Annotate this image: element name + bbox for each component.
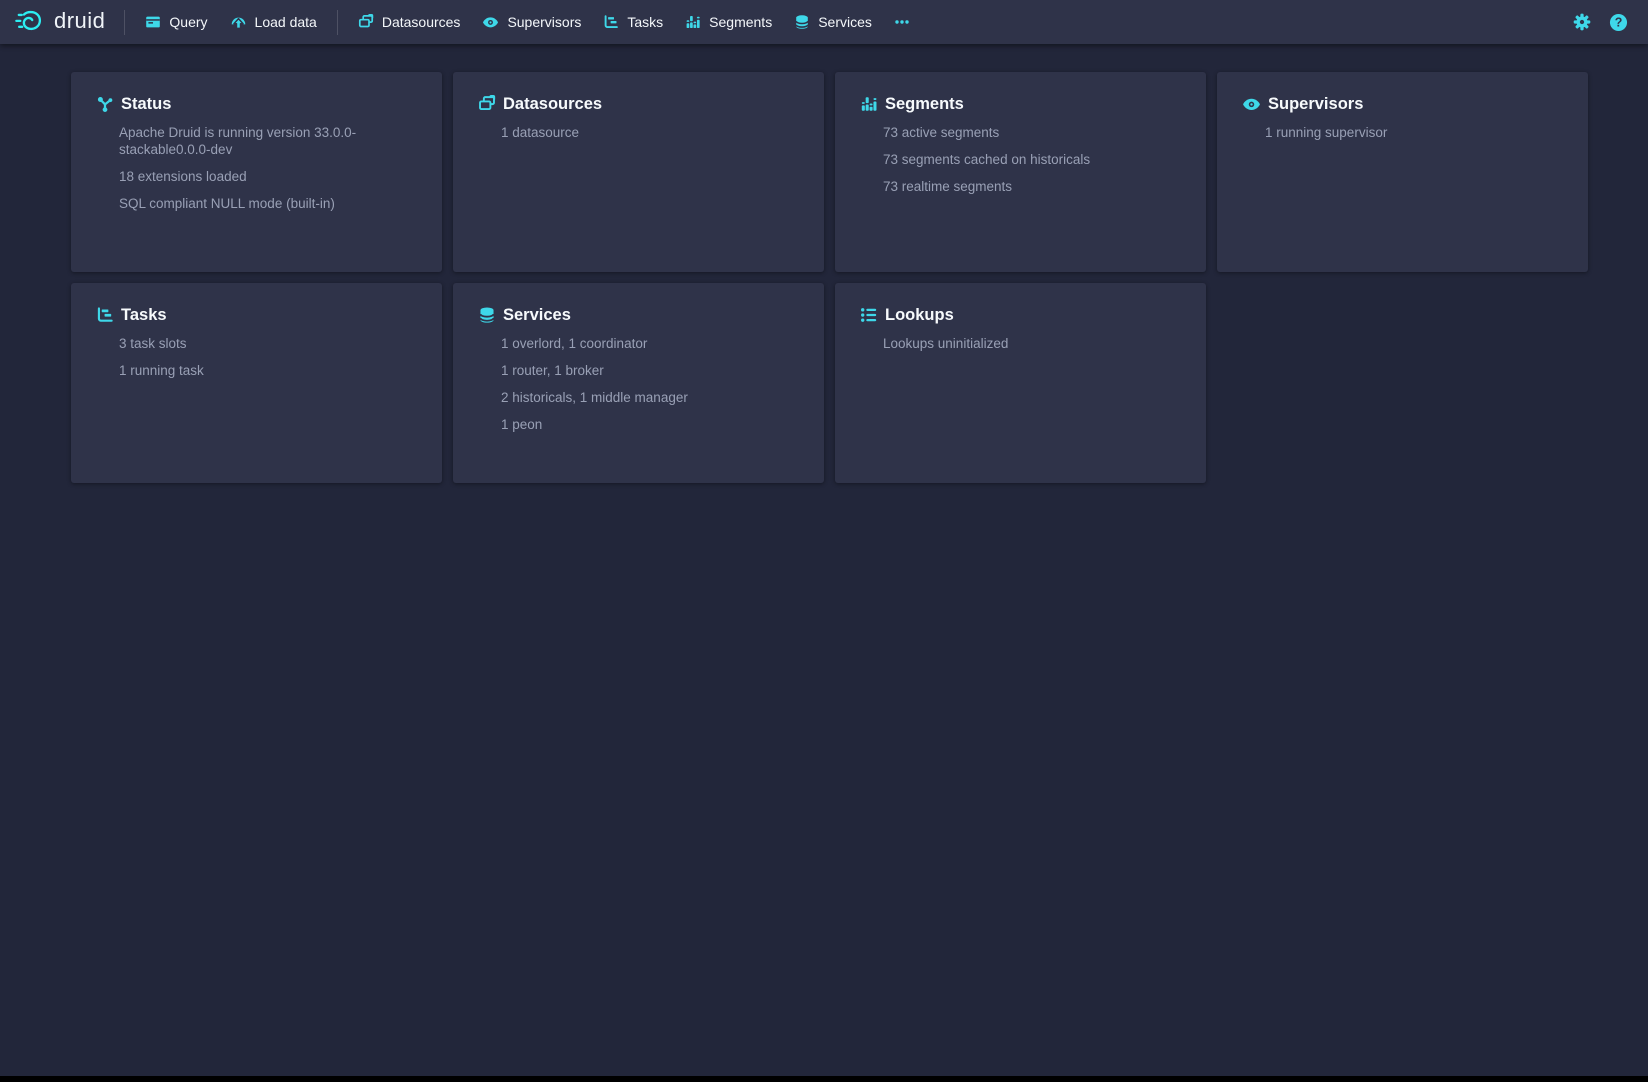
card-line: 73 active segments [883, 124, 1186, 141]
stacked-chart-icon [685, 14, 701, 30]
card-body: Apache Druid is running version 33.0.0-s… [96, 124, 422, 212]
card-title: Supervisors [1268, 93, 1363, 115]
nav-item-label: Datasources [382, 14, 461, 30]
help-icon [1609, 13, 1628, 32]
navbar-right-group [1567, 7, 1633, 37]
nav-item-load-data[interactable]: Load data [219, 0, 328, 44]
card-header: Segments [860, 93, 1186, 115]
eye-icon [482, 14, 499, 31]
supervisors-card[interactable]: Supervisors 1 running supervisor [1217, 72, 1588, 272]
lookups-card[interactable]: Lookups Lookups uninitialized [835, 283, 1206, 483]
nav-item-query[interactable]: Query [134, 0, 218, 44]
card-line: 73 realtime segments [883, 178, 1186, 195]
card-body: 3 task slots 1 running task [96, 335, 422, 379]
multi-select-icon [358, 14, 374, 30]
status-card[interactable]: Status Apache Druid is running version 3… [71, 72, 442, 272]
card-line: 1 router, 1 broker [501, 362, 804, 379]
card-line: 18 extensions loaded [119, 168, 422, 185]
screen-bottom-edge [0, 1076, 1648, 1082]
navbar-divider [337, 10, 338, 35]
navbar-divider [124, 10, 125, 35]
upload-icon [230, 14, 247, 31]
more-ellipsis-icon [894, 14, 910, 30]
top-navbar: druid Query Load data Datasources Superv… [0, 0, 1648, 44]
card-title: Tasks [121, 304, 167, 326]
card-header: Status [96, 93, 422, 115]
eye-icon [1242, 95, 1261, 114]
multi-select-icon [478, 95, 496, 113]
card-header: Lookups [860, 304, 1186, 326]
database-icon [478, 306, 496, 324]
gantt-chart-icon [603, 14, 619, 30]
card-header: Datasources [478, 93, 804, 115]
application-icon [145, 14, 161, 30]
card-body: Lookups uninitialized [860, 335, 1186, 352]
card-line: 1 peon [501, 416, 804, 433]
card-title: Lookups [885, 304, 954, 326]
card-body: 1 overlord, 1 coordinator 1 router, 1 br… [478, 335, 804, 433]
card-line: 1 overlord, 1 coordinator [501, 335, 804, 352]
card-line: Lookups uninitialized [883, 335, 1186, 352]
database-icon [794, 14, 810, 30]
card-title: Status [121, 93, 171, 115]
card-line: 1 datasource [501, 124, 804, 141]
card-body: 73 active segments 73 segments cached on… [860, 124, 1186, 195]
nav-item-label: Query [169, 14, 207, 30]
help-button[interactable] [1603, 7, 1633, 37]
druid-logo-icon [14, 8, 46, 36]
card-line: 1 running task [119, 362, 422, 379]
card-line: 2 historicals, 1 middle manager [501, 389, 804, 406]
nav-item-label: Segments [709, 14, 772, 30]
nav-item-label: Tasks [627, 14, 663, 30]
card-title: Datasources [503, 93, 602, 115]
services-card[interactable]: Services 1 overlord, 1 coordinator 1 rou… [453, 283, 824, 483]
cog-icon [1573, 13, 1591, 31]
nav-item-label: Services [818, 14, 872, 30]
card-line: Apache Druid is running version 33.0.0-s… [119, 124, 422, 158]
tasks-card[interactable]: Tasks 3 task slots 1 running task [71, 283, 442, 483]
nav-item-supervisors[interactable]: Supervisors [471, 0, 592, 44]
settings-button[interactable] [1567, 7, 1597, 37]
card-header: Supervisors [1242, 93, 1568, 115]
card-header: Tasks [96, 304, 422, 326]
properties-icon [860, 306, 878, 324]
gantt-chart-icon [96, 306, 114, 324]
druid-logo-text: druid [54, 10, 105, 34]
card-line: 73 segments cached on historicals [883, 151, 1186, 168]
card-header: Services [478, 304, 804, 326]
card-title: Services [503, 304, 571, 326]
nav-more-button[interactable] [883, 0, 921, 44]
nav-item-label: Supervisors [507, 14, 581, 30]
datasources-card[interactable]: Datasources 1 datasource [453, 72, 824, 272]
card-body: 1 datasource [478, 124, 804, 141]
card-title: Segments [885, 93, 964, 115]
card-line: 3 task slots [119, 335, 422, 352]
nav-item-segments[interactable]: Segments [674, 0, 783, 44]
card-body: 1 running supervisor [1242, 124, 1568, 141]
druid-logo[interactable]: druid [14, 8, 105, 36]
stacked-chart-icon [860, 95, 878, 113]
home-view: Status Apache Druid is running version 3… [71, 72, 1588, 483]
nav-item-label: Load data [255, 14, 317, 30]
nav-item-tasks[interactable]: Tasks [592, 0, 674, 44]
segments-card[interactable]: Segments 73 active segments 73 segments … [835, 72, 1206, 272]
nav-item-services[interactable]: Services [783, 0, 883, 44]
nav-item-datasources[interactable]: Datasources [347, 0, 472, 44]
card-line: 1 running supervisor [1265, 124, 1568, 141]
card-line: SQL compliant NULL mode (built-in) [119, 195, 422, 212]
graph-icon [96, 95, 114, 113]
